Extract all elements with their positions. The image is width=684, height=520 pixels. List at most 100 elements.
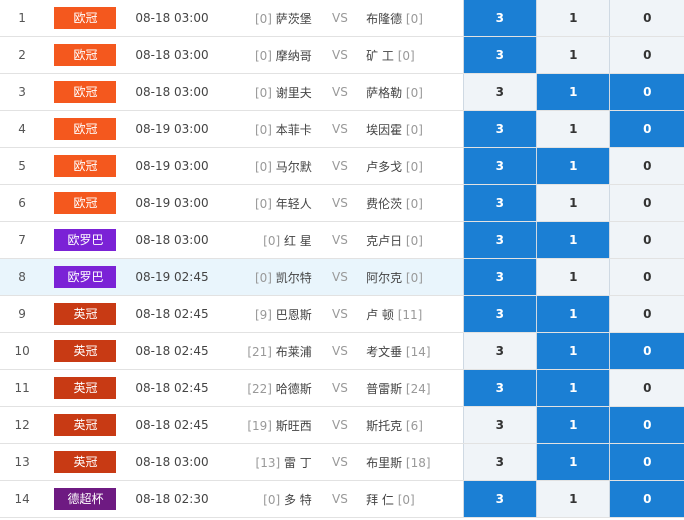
bet-loss-button[interactable]: 0 bbox=[609, 332, 684, 370]
bet-loss-button[interactable]: 0 bbox=[609, 369, 684, 407]
home-team[interactable]: 红 星 bbox=[284, 234, 312, 248]
home-team[interactable]: 马尔默 bbox=[276, 160, 312, 174]
home-team[interactable]: 摩纳哥 bbox=[276, 49, 312, 63]
match-number: 9 bbox=[0, 295, 45, 333]
bet-win-button[interactable]: 3 bbox=[462, 0, 537, 37]
league-badge[interactable]: 英冠 bbox=[54, 377, 117, 399]
home-team-cell: [21] 布莱浦 bbox=[217, 332, 318, 370]
bet-loss-button[interactable]: 0 bbox=[609, 295, 684, 333]
home-team-cell: [22] 哈德斯 bbox=[217, 369, 318, 407]
away-rank: [0] bbox=[405, 270, 423, 285]
home-team[interactable]: 多 特 bbox=[284, 493, 312, 507]
vs-label: VS bbox=[317, 36, 363, 74]
match-row: 14 德超杯 08-18 02:30 [0] 多 特 VS 拜 仁 [0] 3 1 0 bbox=[0, 480, 684, 518]
away-team[interactable]: 布隆德 bbox=[366, 12, 402, 26]
league-badge[interactable]: 英冠 bbox=[54, 303, 117, 325]
bet-win-button[interactable]: 3 bbox=[462, 369, 537, 407]
away-team[interactable]: 埃因霍 bbox=[366, 123, 402, 137]
home-team[interactable]: 斯旺西 bbox=[276, 419, 312, 433]
match-time: 08-18 03:00 bbox=[126, 73, 218, 111]
away-team[interactable]: 克卢日 bbox=[366, 234, 402, 248]
away-team-cell: 布里斯 [18] bbox=[362, 443, 464, 481]
league-badge[interactable]: 欧罗巴 bbox=[54, 266, 117, 288]
away-team[interactable]: 考文垂 bbox=[366, 345, 402, 359]
bet-draw-button[interactable]: 1 bbox=[536, 480, 610, 518]
bet-draw-button[interactable]: 1 bbox=[536, 73, 610, 111]
bet-win-button[interactable]: 3 bbox=[462, 480, 537, 518]
home-rank: [9] bbox=[254, 307, 272, 322]
league-badge[interactable]: 欧冠 bbox=[54, 155, 117, 177]
bet-loss-button[interactable]: 0 bbox=[609, 184, 684, 222]
home-team[interactable]: 巴恩斯 bbox=[276, 308, 312, 322]
bet-draw-button[interactable]: 1 bbox=[536, 258, 610, 296]
vs-label: VS bbox=[317, 110, 363, 148]
league-badge[interactable]: 欧冠 bbox=[54, 81, 117, 103]
match-row: 2 欧冠 08-18 03:00 [0] 摩纳哥 VS 矿 工 [0] 3 1 0 bbox=[0, 36, 684, 74]
bet-draw-button[interactable]: 1 bbox=[536, 110, 610, 148]
away-team[interactable]: 普雷斯 bbox=[366, 382, 402, 396]
league-badge[interactable]: 英冠 bbox=[54, 451, 117, 473]
bet-win-button[interactable]: 3 bbox=[462, 184, 537, 222]
away-team[interactable]: 费伦茨 bbox=[366, 197, 402, 211]
home-rank: [0] bbox=[254, 11, 272, 26]
bet-win-button[interactable]: 3 bbox=[462, 36, 537, 74]
away-team[interactable]: 阿尔克 bbox=[366, 271, 402, 285]
bet-draw-button[interactable]: 1 bbox=[536, 369, 610, 407]
bet-win-button[interactable]: 3 bbox=[462, 443, 537, 481]
home-team[interactable]: 凯尔特 bbox=[276, 271, 312, 285]
away-team[interactable]: 布里斯 bbox=[366, 456, 402, 470]
home-team[interactable]: 萨茨堡 bbox=[276, 12, 312, 26]
away-team[interactable]: 卢 顿 bbox=[366, 308, 394, 322]
bet-loss-button[interactable]: 0 bbox=[609, 443, 684, 481]
away-team[interactable]: 矿 工 bbox=[366, 49, 394, 63]
bet-draw-button[interactable]: 1 bbox=[536, 0, 610, 37]
bet-loss-button[interactable]: 0 bbox=[609, 147, 684, 185]
away-rank: [0] bbox=[405, 85, 423, 100]
home-team[interactable]: 雷 丁 bbox=[284, 456, 312, 470]
bet-win-button[interactable]: 3 bbox=[462, 147, 537, 185]
league-badge[interactable]: 英冠 bbox=[54, 414, 117, 436]
bet-loss-button[interactable]: 0 bbox=[609, 258, 684, 296]
away-team[interactable]: 萨格勒 bbox=[366, 86, 402, 100]
league-badge[interactable]: 欧冠 bbox=[54, 118, 117, 140]
bet-loss-button[interactable]: 0 bbox=[609, 480, 684, 518]
home-team[interactable]: 年轻人 bbox=[276, 197, 312, 211]
away-team[interactable]: 卢多戈 bbox=[366, 160, 402, 174]
away-rank: [24] bbox=[405, 381, 431, 396]
bet-draw-button[interactable]: 1 bbox=[536, 443, 610, 481]
bet-draw-button[interactable]: 1 bbox=[536, 406, 610, 444]
league-badge[interactable]: 欧冠 bbox=[54, 192, 117, 214]
bet-loss-button[interactable]: 0 bbox=[609, 0, 684, 37]
bet-win-button[interactable]: 3 bbox=[462, 258, 537, 296]
league-badge[interactable]: 德超杯 bbox=[54, 488, 117, 510]
bet-win-button[interactable]: 3 bbox=[462, 332, 537, 370]
league-badge[interactable]: 英冠 bbox=[54, 340, 117, 362]
league-badge[interactable]: 欧冠 bbox=[54, 44, 117, 66]
home-team[interactable]: 本菲卡 bbox=[276, 123, 312, 137]
home-team[interactable]: 哈德斯 bbox=[276, 382, 312, 396]
bet-draw-button[interactable]: 1 bbox=[536, 295, 610, 333]
away-team[interactable]: 斯托克 bbox=[366, 419, 402, 433]
bet-draw-button[interactable]: 1 bbox=[536, 332, 610, 370]
home-team[interactable]: 谢里夫 bbox=[276, 86, 312, 100]
bet-loss-button[interactable]: 0 bbox=[609, 36, 684, 74]
bet-win-button[interactable]: 3 bbox=[462, 73, 537, 111]
bet-win-button[interactable]: 3 bbox=[462, 221, 537, 259]
league-badge[interactable]: 欧冠 bbox=[54, 7, 117, 29]
bet-draw-button[interactable]: 1 bbox=[536, 221, 610, 259]
bet-draw-button[interactable]: 1 bbox=[536, 184, 610, 222]
bet-win-button[interactable]: 3 bbox=[462, 295, 537, 333]
bet-loss-button[interactable]: 0 bbox=[609, 406, 684, 444]
bet-draw-button[interactable]: 1 bbox=[536, 36, 610, 74]
home-team[interactable]: 布莱浦 bbox=[276, 345, 312, 359]
bet-draw-button[interactable]: 1 bbox=[536, 147, 610, 185]
league-cell: 欧冠 bbox=[44, 110, 127, 148]
bet-loss-button[interactable]: 0 bbox=[609, 73, 684, 111]
bet-loss-button[interactable]: 0 bbox=[609, 221, 684, 259]
bet-win-button[interactable]: 3 bbox=[462, 110, 537, 148]
league-badge[interactable]: 欧罗巴 bbox=[54, 229, 117, 251]
match-number: 11 bbox=[0, 369, 45, 407]
away-team[interactable]: 拜 仁 bbox=[366, 493, 394, 507]
bet-win-button[interactable]: 3 bbox=[462, 406, 537, 444]
bet-loss-button[interactable]: 0 bbox=[609, 110, 684, 148]
